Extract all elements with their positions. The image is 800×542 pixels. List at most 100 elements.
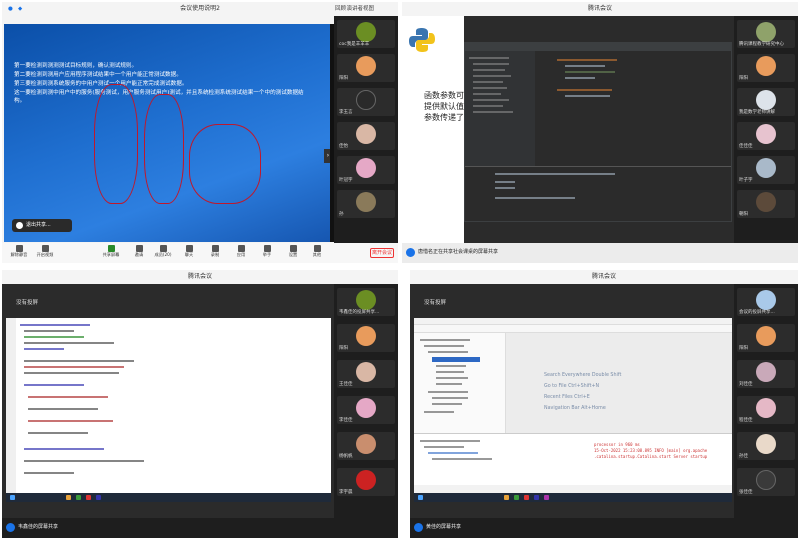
settings-button[interactable]: 设置 (284, 245, 302, 261)
info-icon[interactable]: ● (8, 5, 13, 13)
more-icon (313, 245, 321, 252)
avatar (356, 22, 376, 42)
window-title: 会议使用说明2 (180, 5, 220, 12)
gallery-view-button[interactable]: 回顾 (335, 5, 346, 13)
run-console[interactable] (465, 166, 731, 221)
participant-tile[interactable]: coc我是羊羊羊 (337, 20, 395, 48)
avatar (356, 290, 376, 310)
code-editor[interactable] (6, 318, 331, 493)
avatar (756, 326, 776, 346)
project-tree[interactable] (414, 333, 506, 433)
more-button[interactable]: 其他 (308, 245, 326, 261)
participant-name: 刘佳佳 (739, 382, 753, 387)
participant-tile[interactable]: 阳阳 (737, 54, 795, 82)
app-icon[interactable] (86, 495, 91, 500)
title-bar: 腾讯会议 (402, 2, 798, 16)
share-status: 唐惜名正在共享社会课桌的屏幕共享 (418, 249, 499, 255)
avatar (356, 124, 376, 144)
raise-hand-button[interactable]: 举手 (258, 245, 276, 261)
participant-tile[interactable]: 张佳佳 (737, 468, 795, 496)
participant-name: 阳阳 (739, 76, 748, 81)
participant-name: 李佳佳 (339, 418, 353, 423)
ide-menu-bar[interactable] (414, 318, 732, 325)
meeting-window-3: 腾讯会议 没有投屏 韦鑫佳的投屏共享... 阳阳 王佳佳 李佳佳 杨帆帆 李宇晨 (2, 270, 398, 538)
app-icon[interactable] (96, 495, 101, 500)
participant-tile[interactable]: 杨帆帆 (337, 432, 395, 460)
participant-tile[interactable]: 王佳佳 (337, 360, 395, 388)
members-button[interactable]: 成员(20) (154, 245, 172, 261)
shared-slide: 第一要检测到测测测试目标规则，确认测试规则。 第二要检测到测用户应用程序测试结果… (4, 24, 332, 242)
participant-name: 朝阳 (739, 212, 748, 217)
participant-name: 佳怡 (339, 144, 348, 149)
stop-share-pill[interactable]: 退出共享... (12, 219, 72, 232)
participant-tile[interactable]: 叶子宇 (737, 156, 795, 184)
app-icon[interactable] (76, 495, 81, 500)
participant-tile[interactable]: 阳阳 (337, 324, 395, 352)
slide-bullet: 第一要检测到测测测试目标规则，确认测试规则。 (14, 63, 138, 69)
windows-taskbar (6, 493, 331, 502)
start-icon[interactable] (418, 495, 423, 500)
share-screen-button[interactable]: 共享屏幕 (102, 245, 120, 261)
participant-rail: coc我是羊羊羊 阳阳 李玉言 佳怡 叶冠宇 孙 (334, 16, 398, 243)
code-editor[interactable] (537, 57, 727, 157)
toolbar-label: 邀请 (134, 252, 144, 257)
participant-tile[interactable]: 孙 (337, 190, 395, 218)
line-gutter (6, 318, 16, 493)
window-title: 腾讯会议 (591, 273, 616, 280)
services-panel[interactable]: processor in 960 ms 15-Oct-2022 15:23:08… (414, 433, 732, 485)
avatar (756, 22, 776, 42)
gear-icon (289, 245, 297, 252)
app-icon[interactable] (544, 495, 549, 500)
participant-tile[interactable]: 腾讯课程教学研究中心 (737, 20, 795, 48)
chat-button[interactable]: 聊天 (180, 245, 198, 261)
app-icon[interactable] (534, 495, 539, 500)
participant-tile[interactable]: 李佳佳 (337, 396, 395, 424)
sharing-icon (406, 248, 415, 257)
annotation-stroke (144, 94, 184, 204)
app-icon[interactable] (514, 495, 519, 500)
app-icon[interactable] (66, 495, 71, 500)
mute-button[interactable]: 解除静音 (10, 245, 28, 261)
shortcut-hint: Navigation Bar Alt+Home (544, 406, 606, 411)
participant-tile[interactable]: 朝阳 (737, 190, 795, 218)
participant-tile[interactable]: 李宇晨 (337, 468, 395, 496)
participant-tile[interactable]: 佳怡 (337, 122, 395, 150)
annotation-stroke (189, 124, 261, 204)
participant-tile[interactable]: 刘佳佳 (737, 360, 795, 388)
avatar (756, 56, 776, 76)
editor-empty-area[interactable] (506, 333, 732, 433)
participant-tile[interactable]: 阳阳 (337, 54, 395, 82)
participant-tile[interactable]: 韦鑫佳的投屏共享... (337, 288, 395, 316)
ide-menu-bar[interactable] (465, 43, 731, 51)
invite-button[interactable]: 邀请 (130, 245, 148, 261)
participant-name: 孙佳 (739, 454, 748, 459)
ide-window (464, 42, 732, 222)
meeting-window-1: 会议使用说明2 回顾 演讲者视图 ● ◆ 第一要检测到测测测试目标规则，确认测试… (2, 2, 398, 263)
participant-name: 腾讯课程教学研究中心 (739, 42, 784, 47)
participant-tile[interactable]: 会议的投屏共享... (737, 288, 795, 316)
slide-bullet: 第二要检测到测用户应用程序测试结果中一个用户能正常测试数据。 (14, 72, 182, 78)
participant-name: 程佳佳 (739, 418, 753, 423)
participant-tile[interactable]: 李玉言 (337, 88, 395, 116)
participant-tile[interactable]: 佳佳佳 (737, 122, 795, 150)
participant-tile[interactable]: 程佳佳 (737, 396, 795, 424)
ide-toolbar[interactable] (414, 325, 732, 333)
leave-meeting-button[interactable]: 离开会议 (370, 248, 394, 258)
video-button[interactable]: 开启视频 (36, 245, 54, 261)
participant-name: 阳阳 (339, 76, 348, 81)
participant-rail: 会议的投屏共享... 阳阳 刘佳佳 程佳佳 孙佳 张佳佳 (734, 284, 798, 518)
toolbar-label: 其他 (312, 252, 322, 257)
speaker-view-button[interactable]: 演讲者视图 (346, 5, 374, 13)
app-icon[interactable] (504, 495, 509, 500)
record-button[interactable]: 录制 (206, 245, 224, 261)
participant-tile[interactable]: 我是数学老师讲解 (737, 88, 795, 116)
participant-tile[interactable]: 阳阳 (737, 324, 795, 352)
participant-tile[interactable]: 叶冠宇 (337, 156, 395, 184)
participant-tile[interactable]: 孙佳 (737, 432, 795, 460)
apps-button[interactable]: 应用 (232, 245, 250, 261)
app-icon[interactable] (524, 495, 529, 500)
shield-icon[interactable]: ◆ (18, 5, 22, 13)
toolbar-label: 设置 (288, 252, 298, 257)
record-icon (211, 245, 219, 252)
start-icon[interactable] (10, 495, 15, 500)
